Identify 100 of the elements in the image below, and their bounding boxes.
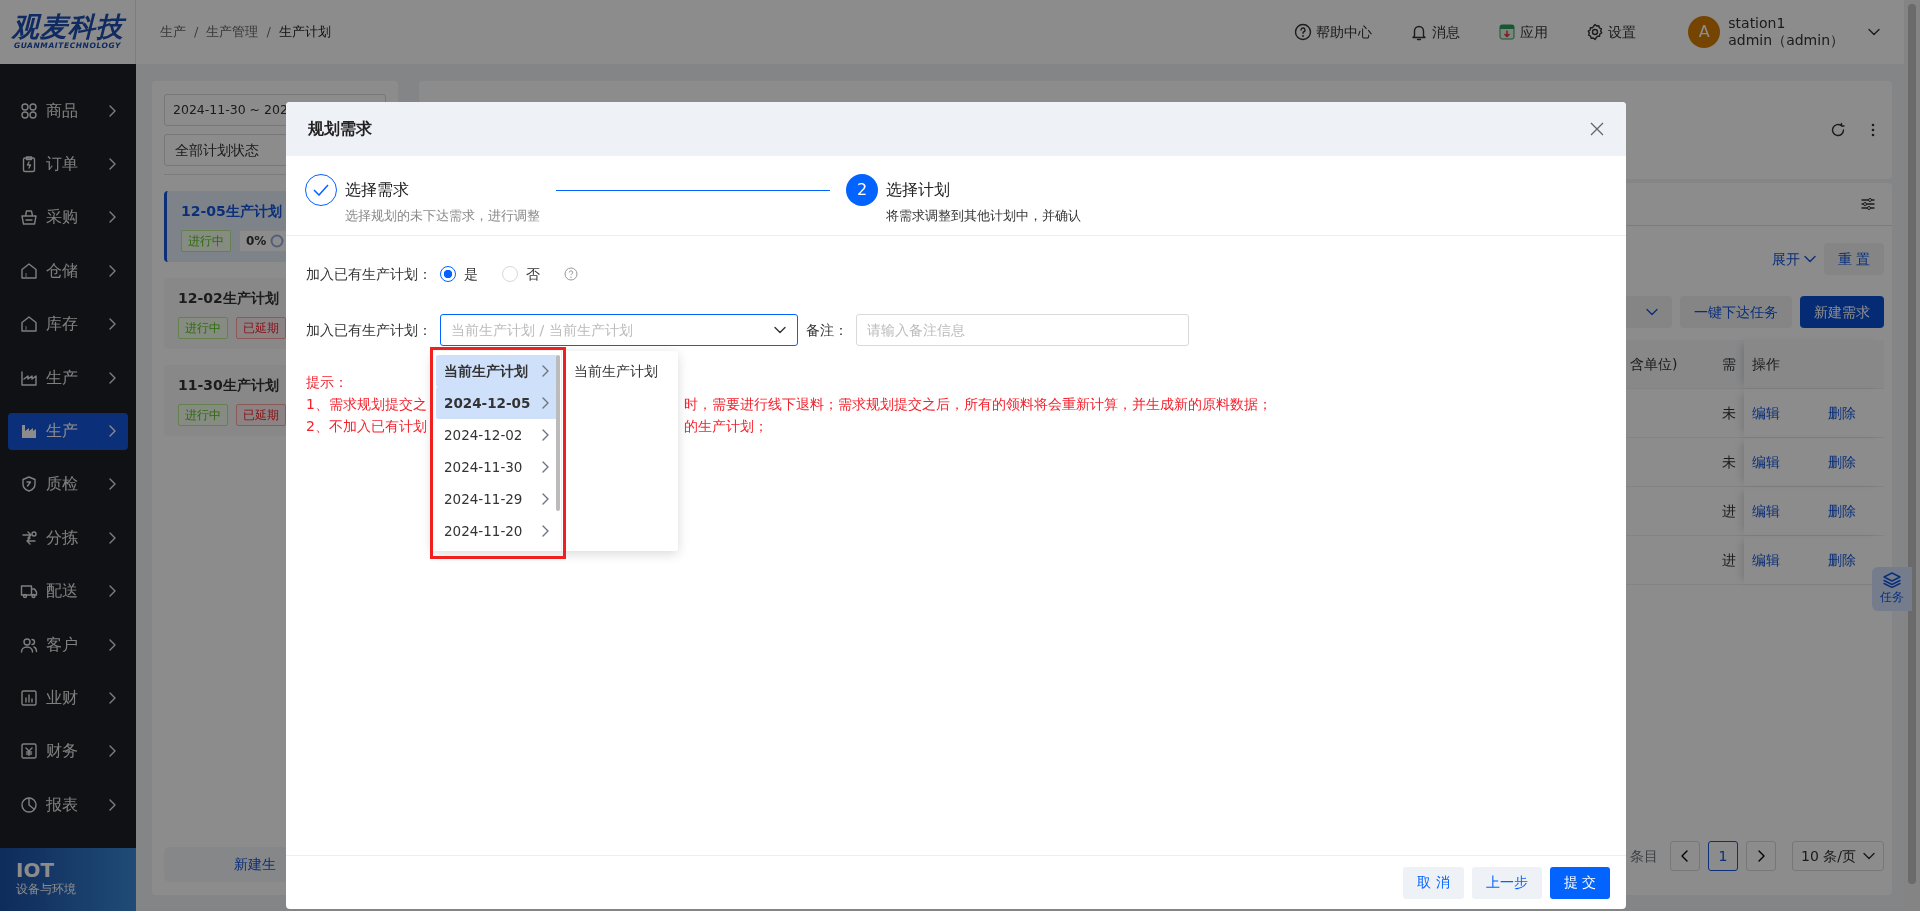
header-action[interactable]: 应用 xyxy=(1498,21,1549,43)
chevron-icon xyxy=(108,158,116,171)
bar-chart-icon xyxy=(20,689,38,707)
chevron-icon xyxy=(108,531,116,544)
next-page-button[interactable] xyxy=(1746,841,1776,871)
table-cell: 进 xyxy=(1722,551,1736,568)
basket-icon xyxy=(20,208,38,227)
scrollbar-thumb[interactable] xyxy=(556,355,560,511)
expand-link[interactable]: 展开 xyxy=(1771,248,1800,270)
header-action[interactable]: 消息 xyxy=(1410,21,1461,43)
sidebar-item[interactable]: 生产 xyxy=(8,359,128,397)
breadcrumb-item[interactable]: 生产管理 xyxy=(206,22,259,42)
chevron-icon xyxy=(541,429,549,441)
chevron-icon xyxy=(108,798,116,811)
chevron-icon xyxy=(108,478,116,491)
close-icon[interactable] xyxy=(1590,122,1604,136)
submit-button[interactable]: 提 交 xyxy=(1549,866,1610,899)
help-icon xyxy=(564,267,578,281)
ledger-icon xyxy=(20,742,38,761)
house-icon xyxy=(20,261,38,280)
row-action-link[interactable]: 删除 xyxy=(1828,402,1856,424)
sidebar-item[interactable]: 仓储 xyxy=(8,252,128,290)
reset-button[interactable]: 重 置 xyxy=(1823,243,1884,275)
filter-settings-icon[interactable] xyxy=(1860,196,1876,212)
percent-text: 0% xyxy=(246,233,267,250)
sidebar-item[interactable]: 订单 xyxy=(8,145,128,183)
chevron-icon xyxy=(108,425,116,438)
sidebar-item[interactable]: 分拣 xyxy=(8,519,128,557)
radio-button[interactable] xyxy=(440,266,456,282)
bell-icon xyxy=(1410,23,1429,41)
chevron-icon xyxy=(108,638,116,651)
cascader-select[interactable]: 当前生产计划 / 当前生产计划 xyxy=(440,314,798,346)
task-float-button[interactable]: 任务 xyxy=(1872,567,1912,611)
row-action-link[interactable]: 编辑 xyxy=(1752,451,1780,473)
user-name: station1 xyxy=(1728,14,1787,32)
refresh-icon[interactable] xyxy=(1830,122,1846,138)
more-icon[interactable] xyxy=(1870,122,1876,138)
radio-label: 是 xyxy=(464,264,478,284)
hint-text: 的生产计划； xyxy=(684,417,768,436)
header-action[interactable]: 帮助中心 xyxy=(1294,21,1373,43)
column-header: 操作 xyxy=(1752,354,1780,374)
step-title: 选择计划 xyxy=(886,179,951,201)
page-button[interactable]: 1 xyxy=(1708,841,1738,871)
sidebar-item[interactable]: 业财 xyxy=(8,679,128,717)
chevron-down-icon xyxy=(1646,308,1658,316)
chevron-icon xyxy=(541,525,549,537)
pie-chart-icon xyxy=(20,795,38,814)
remark-input-field[interactable]: 请输入备注信息 xyxy=(856,314,1189,346)
chevron-icon xyxy=(108,371,116,384)
cascader-option[interactable]: 当前生产计划 xyxy=(566,355,674,387)
user-role: admin（admin） xyxy=(1728,32,1844,50)
sidebar-item[interactable]: 客户 xyxy=(8,626,128,664)
cascader-option[interactable]: 2024-11-20 xyxy=(436,515,557,547)
column-header: 需 xyxy=(1722,355,1736,372)
grid-icon xyxy=(20,101,38,120)
iot-banner[interactable]: IOT 设备与环境 xyxy=(0,848,136,911)
row-action-link[interactable]: 删除 xyxy=(1828,549,1856,571)
cascader-option[interactable]: 2024-11-29 xyxy=(436,483,557,515)
dialog-button[interactable]: 取 消 xyxy=(1403,866,1464,899)
chevron-icon xyxy=(108,264,116,277)
row-action-link[interactable]: 删除 xyxy=(1828,500,1856,522)
cascader-option[interactable]: 2024-12-05 xyxy=(436,387,557,419)
sort-icon xyxy=(20,528,38,547)
cascader-option[interactable]: 2024-12-02 xyxy=(436,419,557,451)
sidebar-item[interactable]: 配送 xyxy=(8,572,128,610)
chevron-icon xyxy=(108,104,116,117)
scrollbar-track[interactable] xyxy=(1904,0,1920,911)
dialog-button[interactable]: 上一步 xyxy=(1471,866,1542,899)
status-tag: 进行中 xyxy=(178,317,228,339)
step-number: 2 xyxy=(846,174,878,206)
row-action-link[interactable]: 编辑 xyxy=(1752,549,1780,571)
chevron-icon xyxy=(541,397,549,409)
row-action-link[interactable]: 编辑 xyxy=(1752,402,1780,424)
new-demand-button[interactable]: 新建需求 xyxy=(1800,296,1884,328)
layers-icon xyxy=(1883,572,1901,588)
sidebar-item[interactable]: 采购 xyxy=(8,198,128,236)
table-cell: 进 xyxy=(1722,502,1736,519)
chevron-down-icon[interactable] xyxy=(1868,28,1880,36)
table-cell: 未 xyxy=(1722,453,1736,470)
row-action-link[interactable]: 编辑 xyxy=(1752,500,1780,522)
column-header: 含单位) xyxy=(1630,355,1678,372)
house-icon xyxy=(20,315,38,334)
prev-page-button[interactable] xyxy=(1670,841,1700,871)
chevron-icon xyxy=(541,461,549,473)
cascader-option[interactable]: 当前生产计划 xyxy=(436,355,557,387)
row-action-link[interactable]: 删除 xyxy=(1828,451,1856,473)
status-tag: 进行中 xyxy=(181,230,231,252)
sidebar-item[interactable]: 财务 xyxy=(8,732,128,770)
sidebar-item[interactable]: 报表 xyxy=(8,786,128,824)
header-action[interactable]: 设置 xyxy=(1586,21,1637,43)
sidebar-item[interactable]: 商品 xyxy=(8,92,128,130)
chevron-down-icon xyxy=(1863,852,1875,860)
breadcrumb-item[interactable]: 生产 xyxy=(160,22,186,42)
sidebar-item[interactable]: 质检 xyxy=(8,465,128,503)
cascader-option[interactable]: 2024-11-30 xyxy=(436,451,557,483)
sidebar-item[interactable]: 生产 xyxy=(8,412,128,450)
factory-icon xyxy=(20,422,38,441)
page-size-select[interactable]: 10 条/页 xyxy=(1792,841,1884,871)
sidebar-item[interactable]: 库存 xyxy=(8,305,128,343)
batch-dispatch-button[interactable]: 一键下达任务 xyxy=(1680,296,1792,328)
